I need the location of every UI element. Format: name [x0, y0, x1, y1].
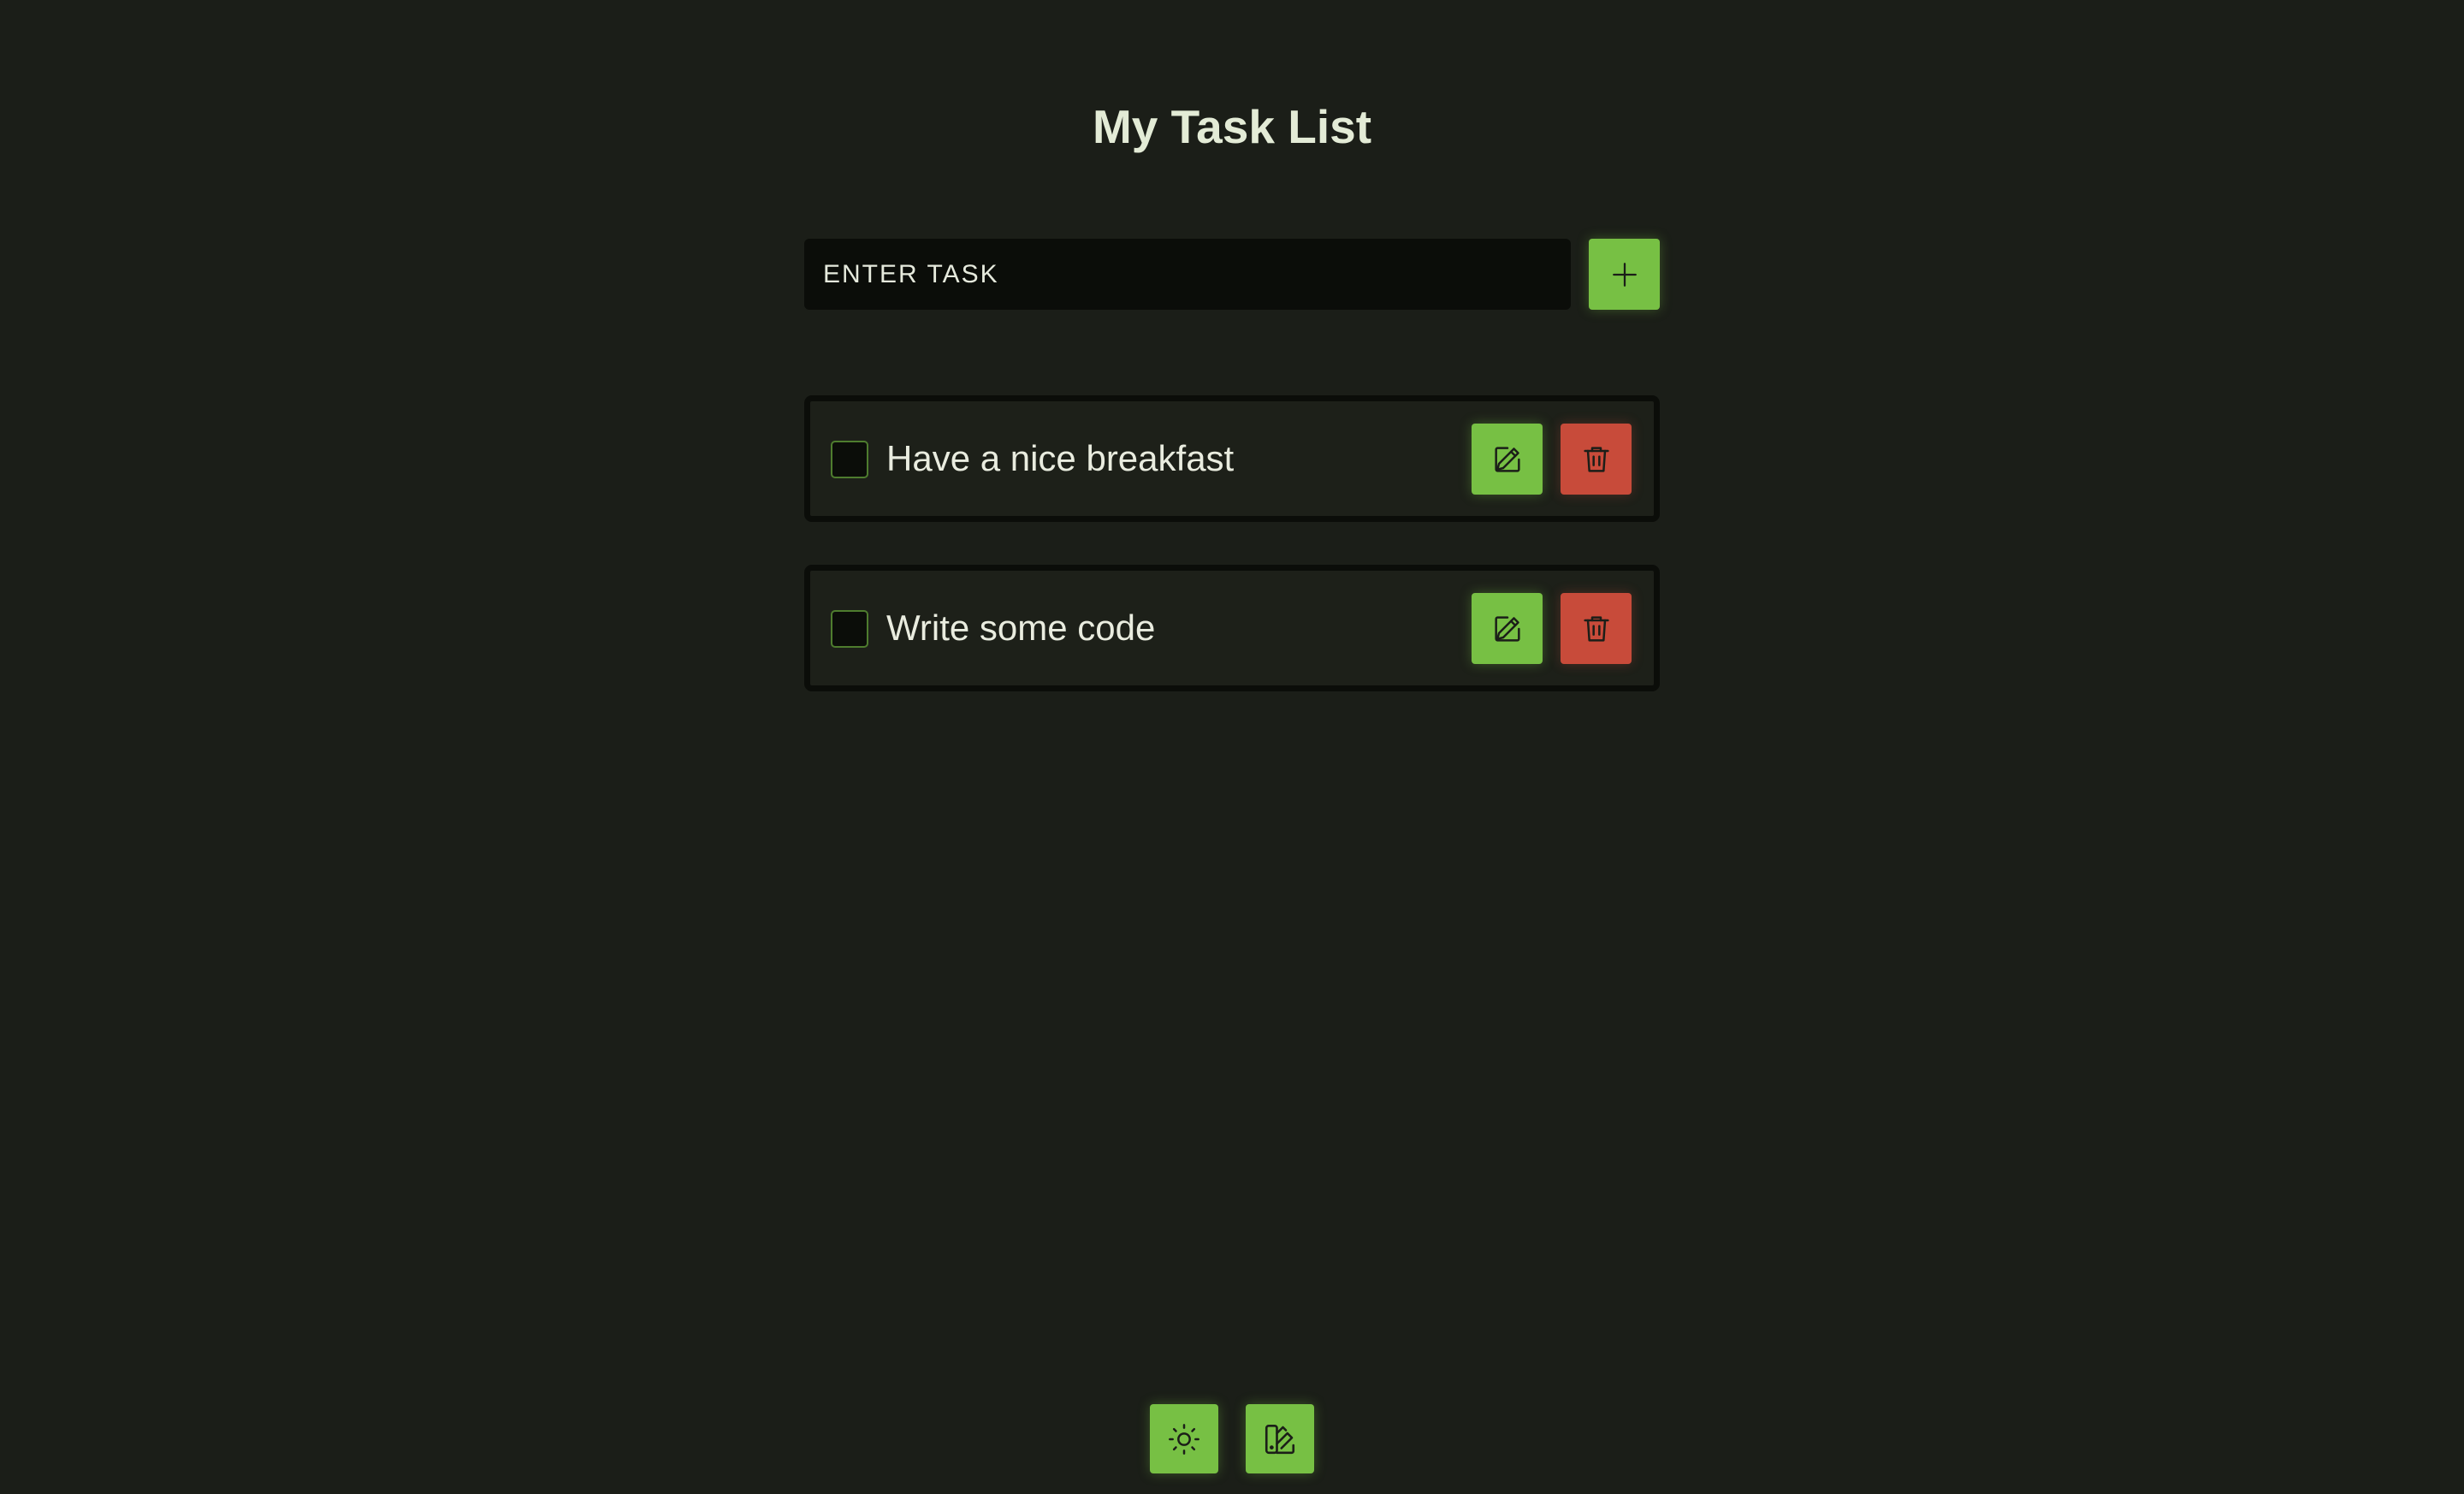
task-checkbox[interactable] — [831, 610, 868, 648]
trash-icon — [1579, 612, 1614, 646]
trash-icon — [1579, 442, 1614, 477]
pencil-icon — [1490, 442, 1525, 477]
page-title: My Task List — [1092, 100, 1372, 153]
edit-task-button[interactable] — [1472, 593, 1543, 664]
footer-toolbar — [1150, 1404, 1314, 1473]
add-task-form — [804, 239, 1660, 310]
edit-task-button[interactable] — [1472, 424, 1543, 495]
pencil-icon — [1490, 612, 1525, 646]
task-input[interactable] — [804, 239, 1571, 310]
delete-task-button[interactable] — [1561, 593, 1632, 664]
task-text: Have a nice breakfast — [886, 438, 1235, 478]
delete-task-button[interactable] — [1561, 424, 1632, 495]
color-theme-button[interactable] — [1246, 1404, 1314, 1473]
theme-toggle-button[interactable] — [1150, 1404, 1218, 1473]
task-item: Write some code — [804, 565, 1660, 691]
task-checkbox[interactable] — [831, 441, 868, 478]
task-app: My Task List Have a nice breakfast — [0, 0, 2464, 1494]
palette-icon — [1262, 1421, 1298, 1457]
sun-icon — [1167, 1422, 1201, 1456]
plus-icon — [1610, 260, 1639, 289]
task-text: Write some code — [886, 608, 1156, 648]
add-task-button[interactable] — [1589, 239, 1660, 310]
task-item: Have a nice breakfast — [804, 395, 1660, 522]
